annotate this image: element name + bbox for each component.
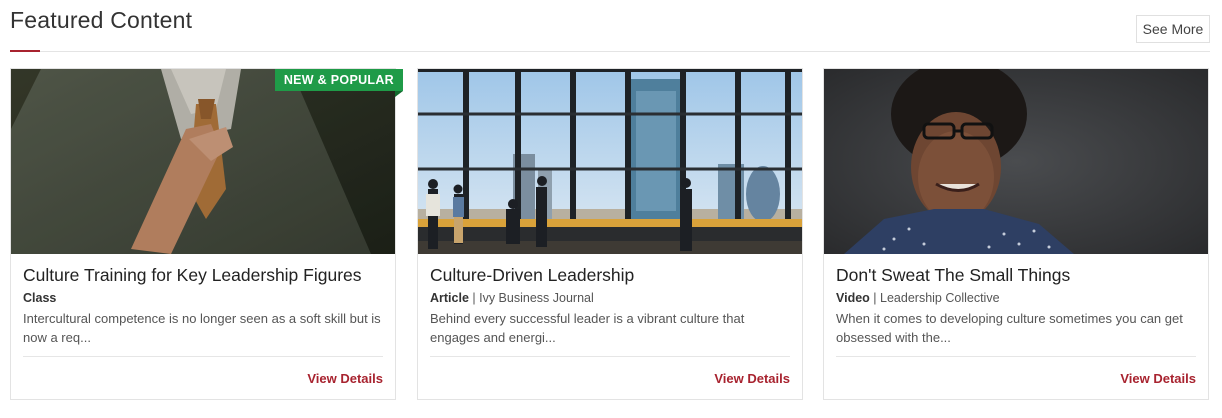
card-meta: Class (23, 291, 56, 305)
content-source: Ivy Business Journal (479, 291, 594, 305)
meta-separator: | (869, 291, 881, 305)
card-divider (430, 356, 790, 357)
view-details-link[interactable]: View Details (1120, 371, 1196, 386)
header-divider (10, 51, 1210, 52)
content-card[interactable]: Culture-Driven Leadership Article | Ivy … (417, 68, 803, 400)
content-source: Leadership Collective (880, 291, 1000, 305)
card-divider (836, 356, 1196, 357)
card-meta: Article | Ivy Business Journal (430, 291, 594, 305)
badge-fold (395, 91, 403, 97)
content-type: Article (430, 291, 469, 305)
card-image[interactable] (824, 69, 1208, 254)
see-more-button[interactable]: See More (1136, 15, 1210, 43)
content-card[interactable]: Don't Sweat The Small Things Video | Lea… (823, 68, 1209, 400)
card-divider (23, 356, 383, 357)
content-type: Class (23, 291, 57, 305)
card-meta: Video | Leadership Collective (836, 291, 1000, 305)
content-card[interactable]: NEW & POPULAR Culture Training for Key L… (10, 68, 403, 400)
card-description: When it comes to developing culture some… (836, 311, 1183, 345)
meta-separator: | (468, 291, 480, 305)
header-accent-bar (10, 50, 40, 52)
card-description: Intercultural competence is no longer se… (23, 311, 381, 345)
section-header: Featured Content See More (0, 0, 1222, 52)
view-details-link[interactable]: View Details (714, 371, 790, 386)
card-title[interactable]: Culture-Driven Leadership (430, 265, 634, 286)
card-image[interactable] (418, 69, 802, 254)
card-title[interactable]: Culture Training for Key Leadership Figu… (23, 265, 362, 286)
card-image[interactable] (11, 69, 395, 254)
card-description: Behind every successful leader is a vibr… (430, 311, 745, 345)
content-type: Video (836, 291, 870, 305)
new-popular-badge: NEW & POPULAR (274, 69, 403, 91)
view-details-link[interactable]: View Details (307, 371, 383, 386)
card-title[interactable]: Don't Sweat The Small Things (836, 265, 1070, 286)
section-title: Featured Content (10, 7, 193, 33)
